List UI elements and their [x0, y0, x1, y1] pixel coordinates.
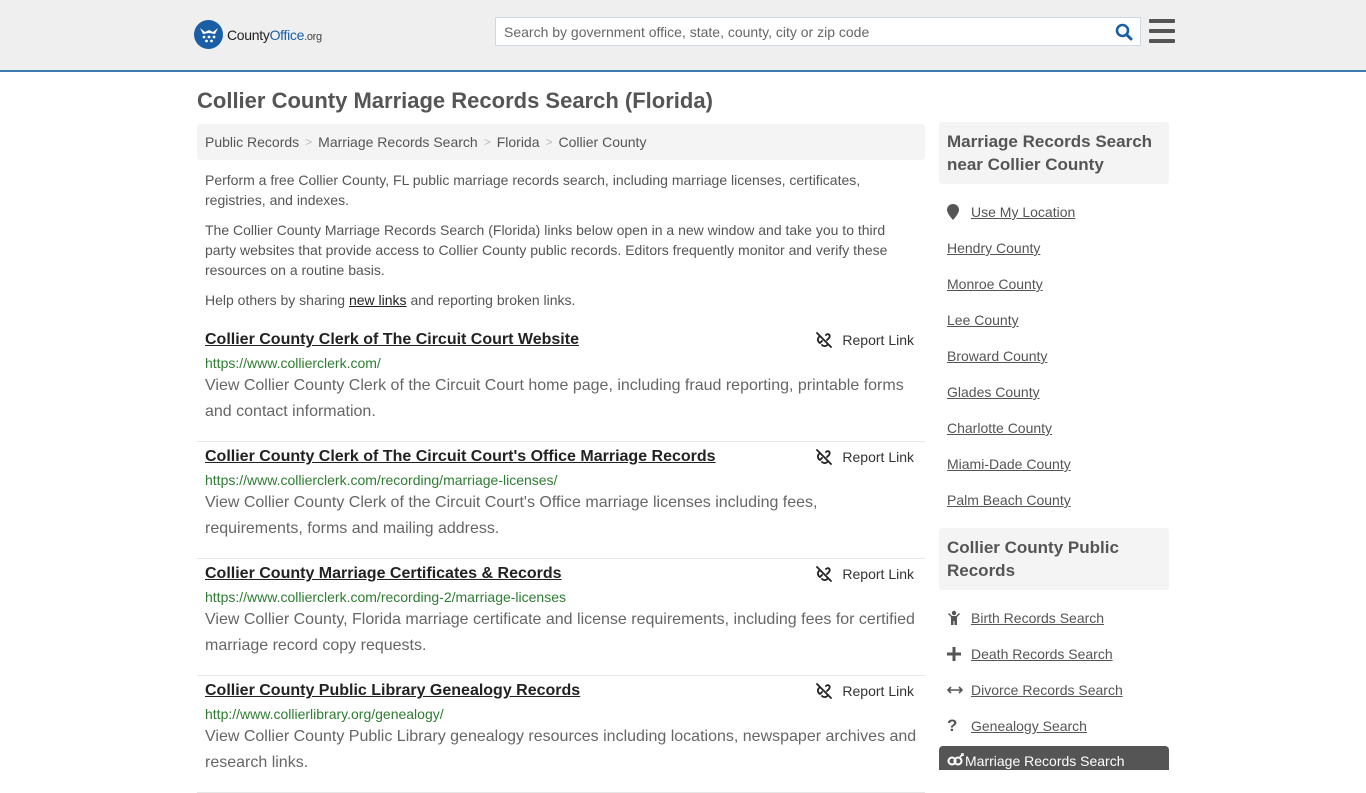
report-link-label: Report Link [842, 683, 914, 699]
map-marker-icon [947, 204, 971, 220]
intro-text: Perform a free Collier County, FL public… [205, 170, 905, 320]
result-url: https://www.collierclerk.com/ [205, 355, 381, 371]
sidebar: Marriage Records Search near Collier Cou… [939, 122, 1169, 770]
use-my-location-link[interactable]: Use My Location [971, 204, 1075, 220]
breadcrumb-collier-county[interactable]: Collier County [559, 134, 647, 150]
result-description: View Collier County Public Library genea… [205, 728, 917, 771]
breadcrumb-separator: > [305, 135, 313, 149]
search-icon [1115, 23, 1133, 40]
marriage-records-active-item[interactable]: Marriage Records Search [939, 746, 1169, 770]
menu-bar [1149, 39, 1175, 43]
intro-paragraph-3: Help others by sharing new links and rep… [205, 290, 905, 310]
result-title-link[interactable]: Collier County Clerk of The Circuit Cour… [205, 330, 579, 350]
search-bar [495, 17, 1141, 46]
result-item: Collier County Public Library Genealogy … [197, 676, 925, 793]
question-icon: ? [947, 716, 958, 735]
breadcrumb-public-records[interactable]: Public Records [205, 134, 299, 150]
breadcrumb-marriage-records[interactable]: Marriage Records Search [318, 134, 478, 150]
intro-paragraph-2: The Collier County Marriage Records Sear… [205, 222, 888, 278]
breadcrumb: Public Records > Marriage Records Search… [197, 124, 925, 160]
broken-link-icon [816, 683, 833, 699]
broken-link-icon [816, 449, 833, 465]
logo-text-org: .org [304, 30, 322, 43]
nearby-counties-list: Use My Location Hendry County Monroe Cou… [939, 184, 1169, 528]
public-record-item: ? Genealogy Search [947, 708, 1169, 744]
public-records-heading: Collier County Public Records [939, 528, 1169, 590]
report-link-label: Report Link [842, 566, 914, 582]
broken-link-icon [816, 332, 833, 348]
page-title: Collier County Marriage Records Search (… [197, 88, 713, 113]
cross-icon [947, 647, 971, 661]
result-url: https://www.collierclerk.com/recording/m… [205, 472, 558, 488]
broken-link-icon [816, 566, 833, 582]
nearby-county-link[interactable]: Miami-Dade County [947, 456, 1071, 472]
logo-text: CountyOffice.org [227, 27, 322, 43]
result-item: Collier County Clerk of The Circuit Cour… [197, 442, 925, 559]
site-logo[interactable]: CountyOffice.org [194, 20, 322, 49]
public-record-item: Birth Records Search [947, 600, 1169, 636]
report-link-button[interactable]: Report Link [816, 683, 914, 699]
result-title-link[interactable]: Collier County Public Library Genealogy … [205, 681, 580, 701]
nearby-county-item: Lee County [947, 302, 1169, 338]
nearby-county-link[interactable]: Glades County [947, 384, 1040, 400]
result-title-link[interactable]: Collier County Marriage Certificates & R… [205, 564, 562, 584]
logo-text-county: County [227, 26, 270, 43]
report-link-button[interactable]: Report Link [816, 449, 914, 465]
intro-text-segment: Help others by sharing [205, 292, 349, 308]
result-description: View Collier County Clerk of the Circuit… [205, 377, 904, 420]
nearby-county-link[interactable]: Hendry County [947, 240, 1040, 256]
site-header: CountyOffice.org [0, 0, 1366, 72]
nearby-heading: Marriage Records Search near Collier Cou… [939, 122, 1169, 184]
breadcrumb-separator: > [545, 135, 553, 149]
nearby-county-item: Broward County [947, 338, 1169, 374]
results-list: Collier County Clerk of The Circuit Cour… [197, 325, 925, 793]
report-link-label: Report Link [842, 332, 914, 348]
breadcrumb-separator: > [483, 135, 491, 149]
result-description: View Collier County, Florida marriage ce… [205, 611, 915, 654]
death-records-link[interactable]: Death Records Search [971, 646, 1113, 662]
nearby-county-link[interactable]: Palm Beach County [947, 492, 1071, 508]
result-title-link[interactable]: Collier County Clerk of The Circuit Cour… [205, 447, 716, 467]
nearby-county-link[interactable]: Lee County [947, 312, 1019, 328]
intro-text-segment: and reporting broken links. [406, 292, 576, 308]
birth-records-link[interactable]: Birth Records Search [971, 610, 1104, 626]
nearby-county-item: Palm Beach County [947, 482, 1169, 518]
eagle-logo-icon [194, 20, 223, 49]
breadcrumb-florida[interactable]: Florida [497, 134, 540, 150]
divorce-records-link[interactable]: Divorce Records Search [971, 682, 1123, 698]
marriage-icon [947, 753, 965, 770]
marriage-records-label: Marriage Records Search [965, 753, 1125, 769]
report-link-label: Report Link [842, 449, 914, 465]
public-records-list: Birth Records Search Death Records Searc… [939, 590, 1169, 744]
search-input[interactable] [496, 18, 1108, 45]
result-url: https://www.collierclerk.com/recording-2… [205, 589, 567, 605]
arrows-horizontal-icon [947, 685, 971, 695]
report-link-button[interactable]: Report Link [816, 332, 914, 348]
new-links-link[interactable]: new links [349, 292, 407, 308]
child-icon [947, 610, 971, 626]
result-item: Collier County Marriage Certificates & R… [197, 559, 925, 676]
result-url: http://www.collierlibrary.org/genealogy/ [205, 706, 444, 722]
result-description: View Collier County Clerk of the Circuit… [205, 494, 818, 537]
nearby-county-item: Charlotte County [947, 410, 1169, 446]
nearby-county-item: Miami-Dade County [947, 446, 1169, 482]
report-link-button[interactable]: Report Link [816, 566, 914, 582]
public-record-item: Divorce Records Search [947, 672, 1169, 708]
nearby-county-link[interactable]: Broward County [947, 348, 1047, 364]
menu-bar [1149, 29, 1175, 33]
search-button[interactable] [1108, 18, 1140, 45]
nearby-county-item: Monroe County [947, 266, 1169, 302]
menu-bar [1149, 19, 1175, 23]
nearby-county-link[interactable]: Charlotte County [947, 420, 1052, 436]
use-my-location-item: Use My Location [947, 194, 1169, 230]
logo-text-office: Office [269, 26, 305, 43]
nearby-county-item: Hendry County [947, 230, 1169, 266]
intro-paragraph-1: Perform a free Collier County, FL public… [205, 172, 861, 208]
genealogy-search-link[interactable]: Genealogy Search [971, 718, 1087, 734]
nearby-county-link[interactable]: Monroe County [947, 276, 1043, 292]
result-item: Collier County Clerk of The Circuit Cour… [197, 325, 925, 442]
hamburger-menu-icon[interactable] [1149, 19, 1175, 43]
public-record-item: Death Records Search [947, 636, 1169, 672]
nearby-county-item: Glades County [947, 374, 1169, 410]
